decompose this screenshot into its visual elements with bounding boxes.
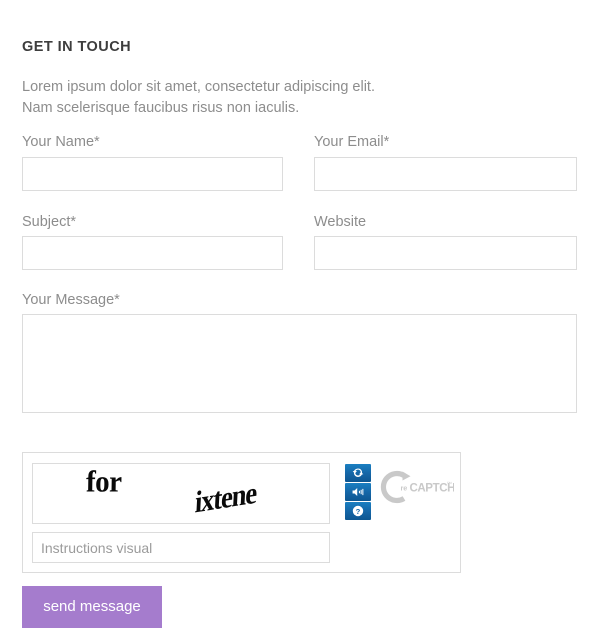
send-message-button[interactable]: send message — [22, 586, 162, 628]
intro-line-2: Nam scelerisque faucibus risus non iacul… — [22, 100, 300, 116]
captcha-audio-button[interactable] — [345, 483, 371, 501]
subject-input[interactable] — [22, 236, 283, 270]
label-your-message: Your Message* — [22, 292, 120, 308]
intro-line-1: Lorem ipsum dolor sit amet, consectetur … — [22, 79, 375, 95]
captcha-word-1: for — [85, 465, 122, 499]
captcha-refresh-button[interactable] — [345, 464, 371, 482]
captcha-answer-input[interactable] — [32, 532, 330, 563]
captcha-word-2: ixtene — [194, 475, 258, 520]
required-marker: * — [94, 134, 100, 150]
your-email-input[interactable] — [314, 157, 577, 191]
label-your-name: Your Name* — [22, 134, 100, 150]
captcha-challenge-image: for ixtene — [32, 463, 330, 524]
label-your-email: Your Email* — [314, 134, 389, 150]
required-marker: * — [114, 292, 120, 308]
required-marker: * — [383, 134, 390, 150]
svg-text:?: ? — [356, 507, 361, 516]
captcha-help-button[interactable]: ? — [345, 502, 371, 520]
recaptcha-widget: for ixtene ? re CAPTCH ™ Instructions vi… — [22, 452, 463, 573]
label-website: Website — [314, 214, 366, 230]
label-website-text: Website — [314, 214, 367, 230]
label-subject: Subject* — [22, 214, 76, 230]
website-input[interactable] — [314, 236, 577, 270]
recaptcha-logo: re CAPTCHA ™ — [378, 467, 463, 507]
svg-text:™: ™ — [447, 482, 453, 488]
label-your-email-text: Your Email — [314, 134, 384, 150]
required-marker: * — [70, 214, 77, 230]
captcha-control-buttons: ? — [345, 464, 371, 521]
your-name-input[interactable] — [22, 157, 283, 191]
intro-paragraph: Lorem ipsum dolor sit amet, consectetur … — [22, 77, 442, 119]
label-your-name-text: Your Name — [22, 134, 95, 150]
label-your-message-text: Your Message — [22, 292, 115, 308]
label-subject-text: Subject — [22, 214, 71, 230]
contact-form-section: GET IN TOUCH Lorem ipsum dolor sit amet,… — [0, 0, 593, 640]
page-title: GET IN TOUCH — [22, 39, 132, 55]
your-message-textarea[interactable] — [22, 314, 577, 413]
svg-text:re: re — [401, 484, 408, 493]
